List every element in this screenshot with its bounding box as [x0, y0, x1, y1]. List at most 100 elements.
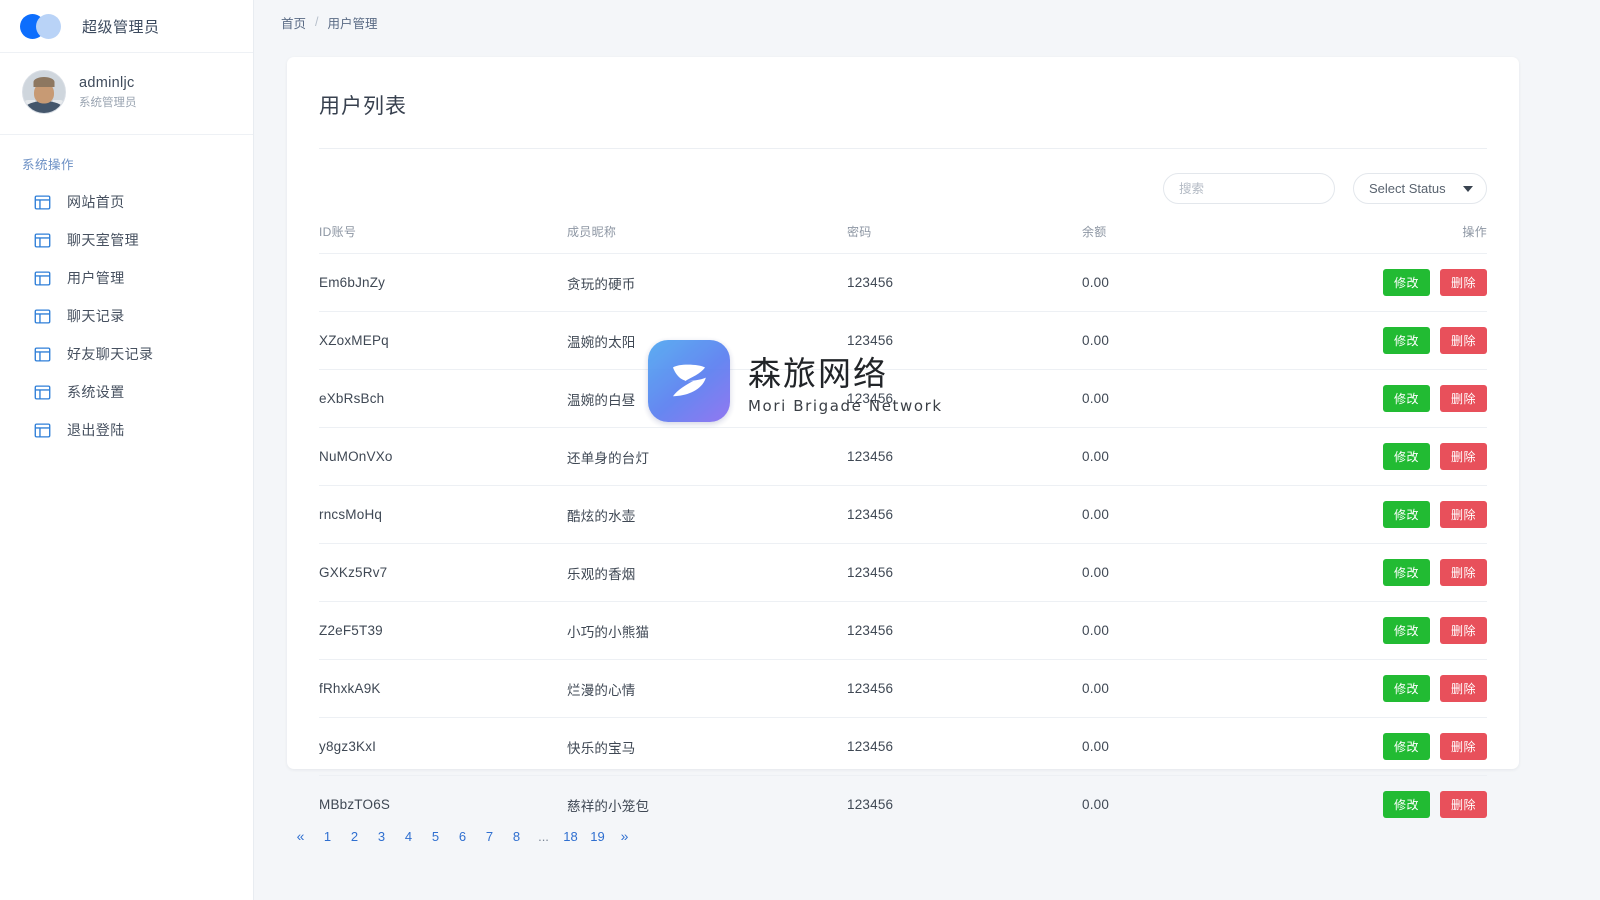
pagination-page-6[interactable]: 6 — [449, 823, 476, 849]
edit-button[interactable]: 修改 — [1382, 675, 1430, 702]
cell-id: y8gz3KxI — [319, 717, 567, 776]
cell-actions: 修改 删除 — [1367, 369, 1487, 428]
delete-button[interactable]: 删除 — [1439, 385, 1487, 412]
app-root: 超级管理员 adminljc 系统管理员 系统操作 网站首页 聊天室管理 用户管理聊… — [0, 0, 1600, 900]
pagination-page-8[interactable]: 8 — [503, 823, 530, 849]
column-header-actions: 操作 — [1462, 225, 1487, 239]
delete-button[interactable]: 删除 — [1439, 559, 1487, 586]
table-row: eXbRsBch 温婉的白昼 123456 0.00 修改 删除 — [319, 369, 1487, 428]
cell-id: fRhxkA9K — [319, 659, 567, 718]
cell-id: Em6bJnZy — [319, 253, 567, 312]
sidebar-item-label: 用户管理 — [67, 270, 125, 286]
delete-button[interactable]: 删除 — [1439, 327, 1487, 354]
edit-button[interactable]: 修改 — [1382, 385, 1430, 412]
cell-actions: 修改 删除 — [1367, 485, 1487, 544]
edit-button[interactable]: 修改 — [1382, 501, 1430, 528]
pagination-prev[interactable]: « — [287, 823, 314, 849]
cell-id: NuMOnVXo — [319, 427, 567, 486]
pagination-page-2[interactable]: 2 — [341, 823, 368, 849]
sidebar-item-1[interactable]: 网站首页 — [0, 183, 253, 221]
breadcrumb-current: 用户管理 — [327, 16, 378, 31]
cell-actions: 修改 删除 — [1367, 659, 1487, 718]
cell-balance: 0.00 — [1082, 775, 1367, 833]
cell-id: rncsMoHq — [319, 485, 567, 544]
breadcrumb: 首页 / 用户管理 — [254, 0, 1600, 34]
cell-actions: 修改 删除 — [1367, 717, 1487, 776]
pagination-next[interactable]: » — [611, 823, 638, 849]
layout-grid-icon — [34, 384, 51, 401]
sidebar-item-5[interactable]: 好友聊天记录 — [0, 335, 253, 373]
cell-nickname: 快乐的宝马 — [567, 717, 847, 776]
delete-button[interactable]: 删除 — [1439, 443, 1487, 470]
cell-password: 123456 — [847, 775, 1082, 833]
breadcrumb-separator: / — [315, 15, 319, 29]
delete-button[interactable]: 删除 — [1439, 675, 1487, 702]
sidebar-item-7[interactable]: 退出登陆 — [0, 411, 253, 449]
edit-button[interactable]: 修改 — [1382, 791, 1430, 818]
search-input[interactable] — [1163, 173, 1335, 204]
table-header-row: ID账号 成员昵称 密码 余额 操作 — [319, 223, 1487, 254]
edit-button[interactable]: 修改 — [1382, 559, 1430, 586]
breadcrumb-home[interactable]: 首页 — [281, 13, 306, 32]
edit-button[interactable]: 修改 — [1382, 617, 1430, 644]
pagination-page-18[interactable]: 18 — [557, 823, 584, 849]
pagination-page-3[interactable]: 3 — [368, 823, 395, 849]
table-row: rncsMoHq 酷炫的水壶 123456 0.00 修改 删除 — [319, 485, 1487, 544]
delete-button[interactable]: 删除 — [1439, 791, 1487, 818]
sidebar-item-3[interactable]: 用户管理 — [0, 259, 253, 297]
edit-button[interactable]: 修改 — [1382, 269, 1430, 296]
pagination-ellipsis: ... — [538, 828, 549, 844]
avatar — [22, 70, 66, 114]
nav-section-label: 系统操作 — [22, 158, 75, 172]
edit-button[interactable]: 修改 — [1382, 733, 1430, 760]
cell-nickname: 温婉的白昼 — [567, 369, 847, 428]
cell-balance: 0.00 — [1082, 543, 1367, 602]
cell-balance: 0.00 — [1082, 659, 1367, 718]
cell-id: GXKz5Rv7 — [319, 543, 567, 602]
pagination-page-5[interactable]: 5 — [422, 823, 449, 849]
status-select[interactable]: Select Status — [1353, 173, 1487, 204]
column-header-balance: 余额 — [1082, 225, 1107, 239]
column-header-nickname: 成员昵称 — [567, 225, 617, 239]
cell-nickname: 贪玩的硬币 — [567, 253, 847, 312]
pagination-page-1[interactable]: 1 — [314, 823, 341, 849]
profile-block[interactable]: adminljc 系统管理员 — [0, 53, 253, 135]
cell-actions: 修改 删除 — [1367, 543, 1487, 602]
table-toolbar: Select Status — [287, 149, 1519, 204]
delete-button[interactable]: 删除 — [1439, 501, 1487, 528]
cell-id: eXbRsBch — [319, 369, 567, 428]
layout-grid-icon — [34, 194, 51, 211]
column-header-password: 密码 — [847, 225, 872, 239]
two-circles-logo-icon — [20, 11, 70, 41]
cell-actions: 修改 删除 — [1367, 311, 1487, 370]
brand-header[interactable]: 超级管理员 — [0, 0, 253, 53]
brand-title: 超级管理员 — [82, 18, 160, 36]
users-table: ID账号 成员昵称 密码 余额 操作 Em6bJnZy 贪玩的硬币 123456 0.… — [319, 223, 1487, 833]
profile-name: adminljc — [79, 74, 135, 91]
edit-button[interactable]: 修改 — [1382, 327, 1430, 354]
cell-balance: 0.00 — [1082, 485, 1367, 544]
delete-button[interactable]: 删除 — [1439, 269, 1487, 296]
cell-nickname: 酷炫的水壶 — [567, 485, 847, 544]
main-content: 首页 / 用户管理 用户列表 Select Status ID账号 成员昵称 — [254, 0, 1600, 900]
pagination-page-19[interactable]: 19 — [584, 823, 611, 849]
column-header-id: ID账号 — [319, 225, 357, 239]
edit-button[interactable]: 修改 — [1382, 443, 1430, 470]
table-row: Em6bJnZy 贪玩的硬币 123456 0.00 修改 删除 — [319, 253, 1487, 312]
sidebar-item-4[interactable]: 聊天记录 — [0, 297, 253, 335]
table-row: Z2eF5T39 小巧的小熊猫 123456 0.00 修改 删除 — [319, 601, 1487, 660]
cell-balance: 0.00 — [1082, 717, 1367, 776]
cell-id: XZoxMEPq — [319, 311, 567, 370]
delete-button[interactable]: 删除 — [1439, 733, 1487, 760]
status-select-value: Select Status — [1369, 181, 1446, 196]
layout-grid-icon — [34, 270, 51, 287]
sidebar-item-6[interactable]: 系统设置 — [0, 373, 253, 411]
cell-nickname: 温婉的太阳 — [567, 311, 847, 370]
page-title: 用户列表 — [319, 95, 407, 118]
pagination-page-7[interactable]: 7 — [476, 823, 503, 849]
pagination-page-4[interactable]: 4 — [395, 823, 422, 849]
delete-button[interactable]: 删除 — [1439, 617, 1487, 644]
sidebar-item-2[interactable]: 聊天室管理 — [0, 221, 253, 259]
cell-nickname: 乐观的香烟 — [567, 543, 847, 602]
table-row: NuMOnVXo 还单身的台灯 123456 0.00 修改 删除 — [319, 427, 1487, 486]
